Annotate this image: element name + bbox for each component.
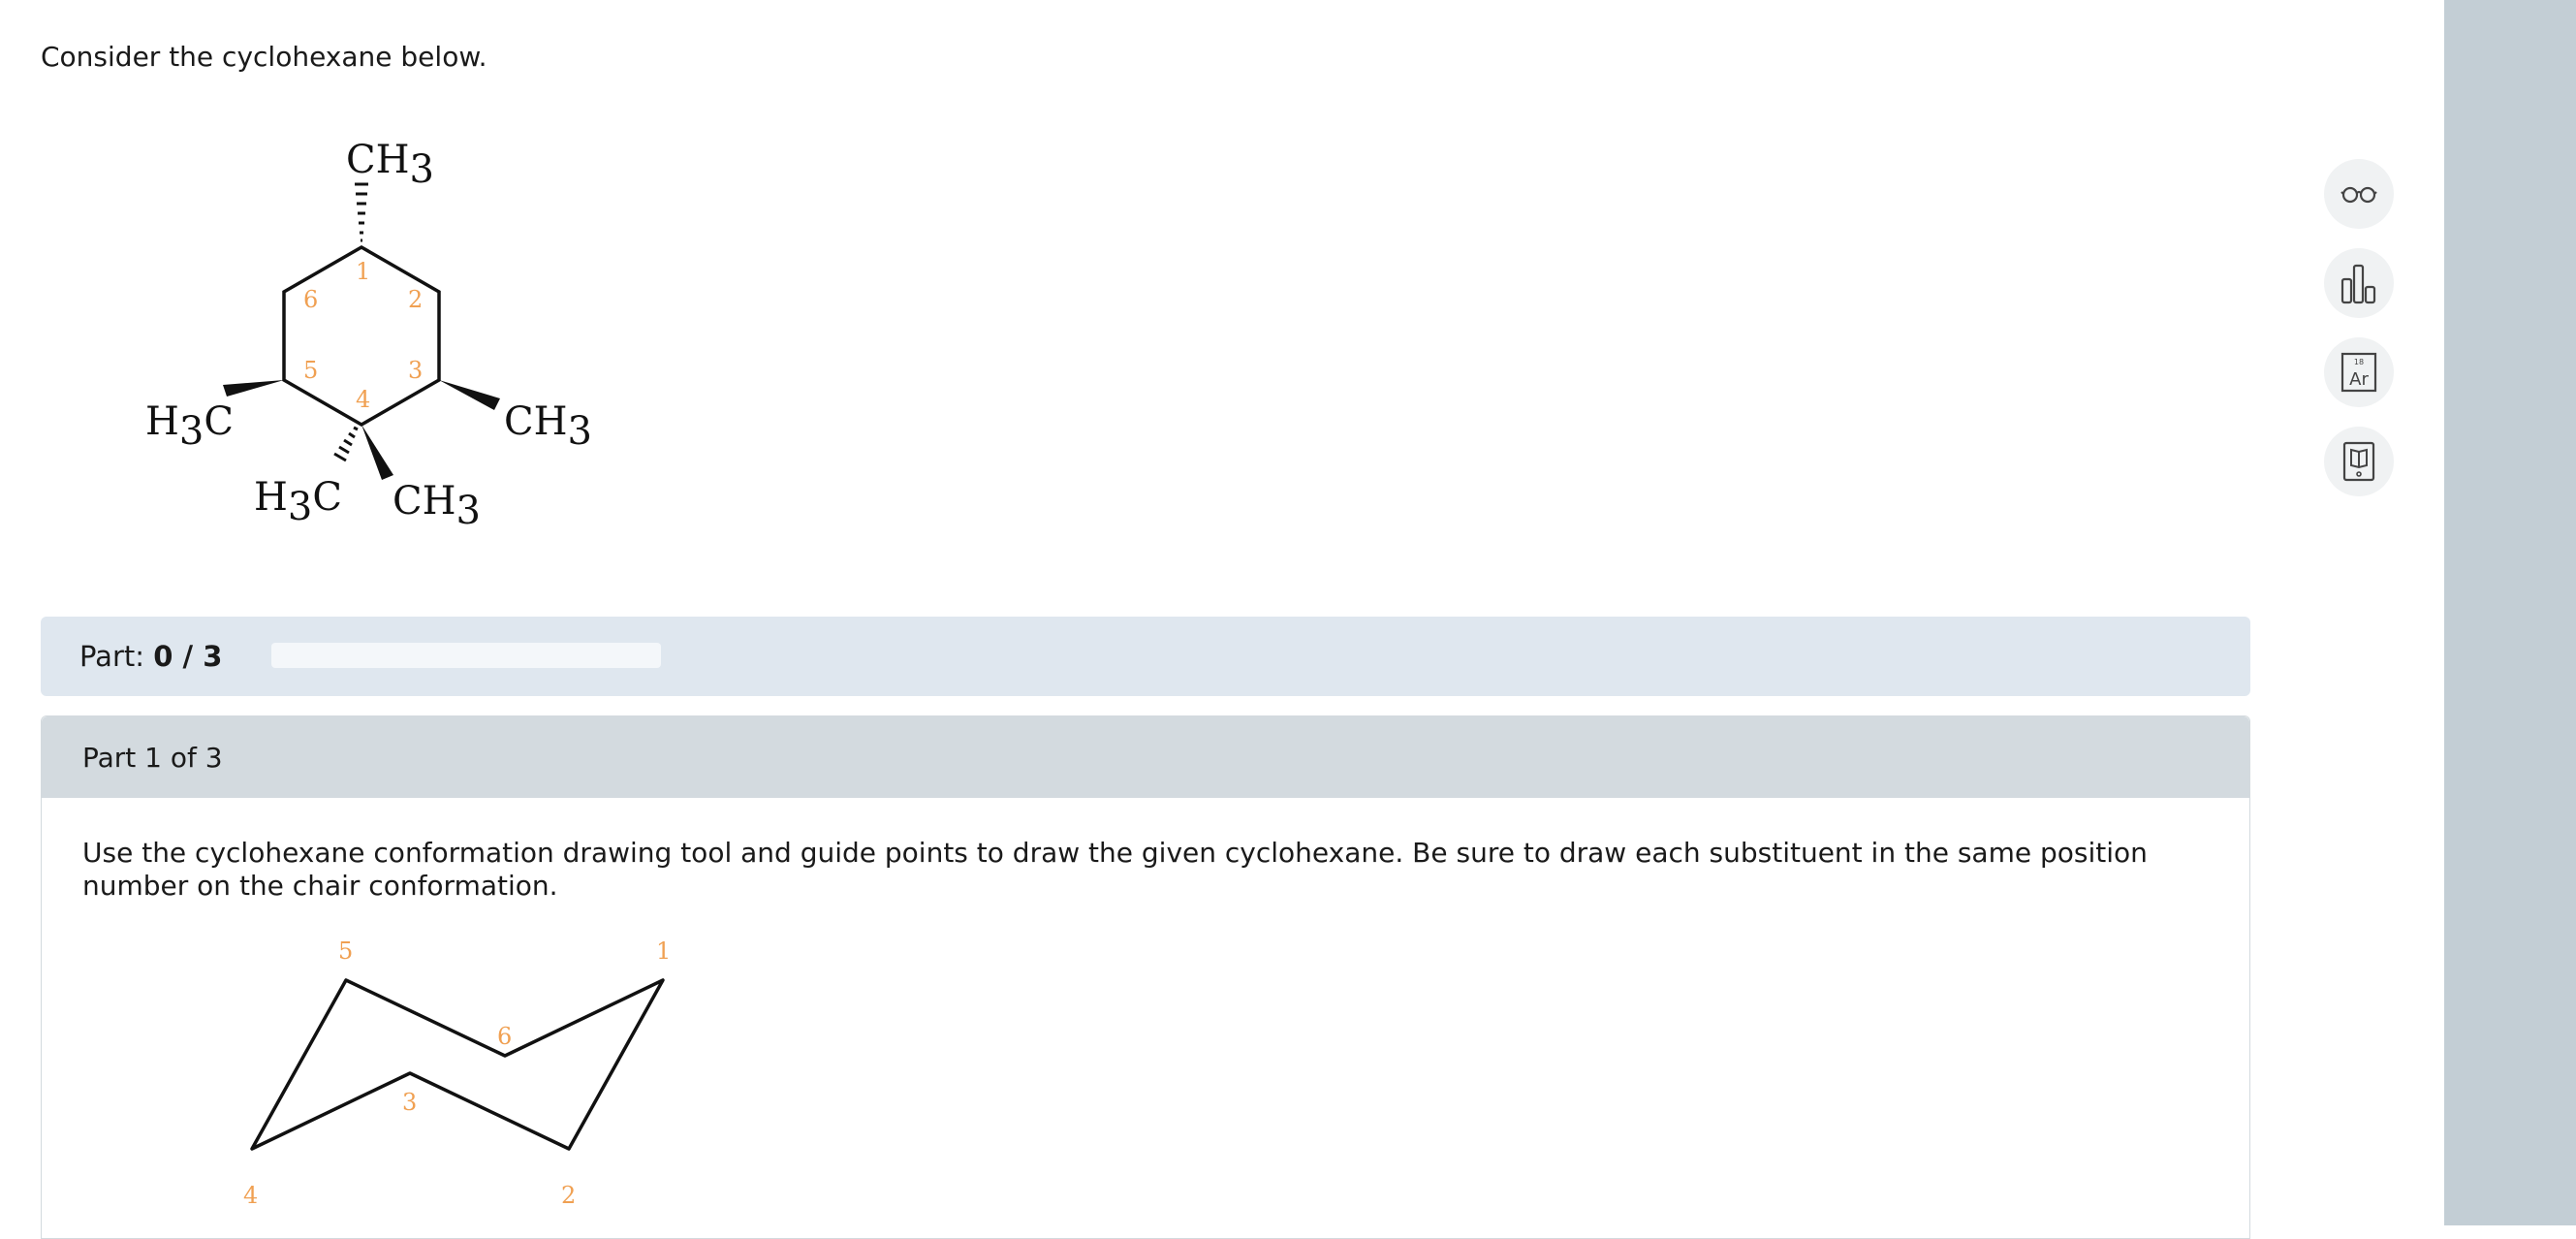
chair-number-4: 4 (243, 1182, 258, 1209)
part-progress-label: Part: 0 / 3 (79, 640, 223, 673)
ring-number-5: 5 (303, 357, 318, 384)
chair-number-1: 1 (656, 937, 671, 965)
right-scroll-strip (2444, 0, 2576, 1225)
periodic-table-symbol: Ar (2349, 369, 2369, 390)
part-panel: Part 1 of 3 Use the cyclohexane conforma… (41, 715, 2250, 1239)
chair-number-5: 5 (338, 937, 353, 965)
chair-bonds (250, 978, 665, 1151)
part-progress-bar: Part: 0 / 3 (41, 617, 2250, 696)
textbook-icon[interactable] (2324, 427, 2394, 496)
bar-chart-icon[interactable] (2324, 248, 2394, 318)
part-header[interactable]: Part 1 of 3 (42, 716, 2249, 798)
periodic-table-icon[interactable]: 18 Ar (2324, 337, 2394, 407)
intro-text: Consider the cyclohexane below. (41, 41, 487, 73)
ring-number-6: 6 (303, 286, 318, 313)
progress-track (271, 643, 661, 668)
chair-number-3: 3 (402, 1089, 417, 1116)
periodic-table-atomic-number: 18 (2354, 358, 2364, 366)
part-instructions: Use the cyclohexane conformation drawing… (82, 837, 2148, 902)
bottom-left-methyl-label: H3C (254, 475, 342, 529)
ring-number-2: 2 (408, 286, 423, 313)
wedge-bond-bottom (361, 425, 393, 480)
bottom-right-methyl-label: CH3 (393, 479, 481, 533)
left-methyl-label: H3C (145, 399, 234, 454)
hashed-bond-bottom-left (333, 426, 359, 462)
wedge-bond-right (439, 380, 500, 410)
chair-conformation-template[interactable]: 1 2 3 4 5 6 (187, 930, 730, 1221)
part-progress-value: 0 / 3 (153, 640, 223, 673)
right-methyl-label: CH3 (504, 399, 592, 454)
ring-number-1: 1 (356, 258, 370, 285)
cyclohexane-structure: CH3 H3C CH3 H3C CH3 1 2 3 4 5 6 (145, 138, 592, 533)
glasses-icon[interactable] (2324, 159, 2394, 229)
chair-number-6: 6 (497, 1023, 512, 1050)
wedge-bond-left (223, 380, 284, 397)
tool-sidebar: 18 Ar (2324, 159, 2396, 516)
ring-number-3: 3 (408, 357, 423, 384)
hashed-bond-top (355, 182, 368, 242)
chair-number-2: 2 (561, 1182, 576, 1209)
ring-number-4: 4 (356, 386, 370, 413)
